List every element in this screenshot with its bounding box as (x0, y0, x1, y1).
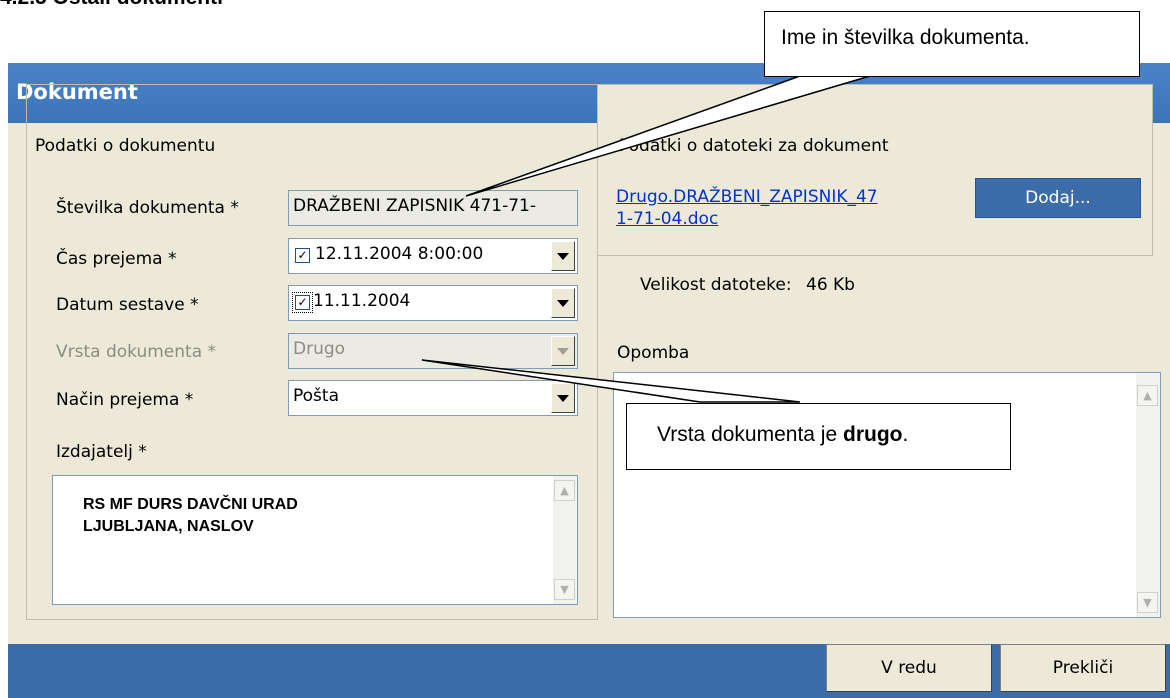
top-callout: Ime in številka dokumenta. (764, 11, 1140, 77)
top-callout-text: Ime in številka dokumenta. (781, 26, 1030, 49)
callout-leaders (421, 75, 871, 403)
middle-callout-pointer (421, 359, 801, 403)
middle-callout: Vrsta dokumenta je drugo. (626, 403, 1011, 470)
top-callout-pointer (465, 75, 871, 197)
middle-callout-suffix: . (902, 423, 909, 446)
middle-callout-prefix: Vrsta dokumenta je (657, 423, 843, 446)
middle-callout-bold: drugo (843, 423, 903, 446)
